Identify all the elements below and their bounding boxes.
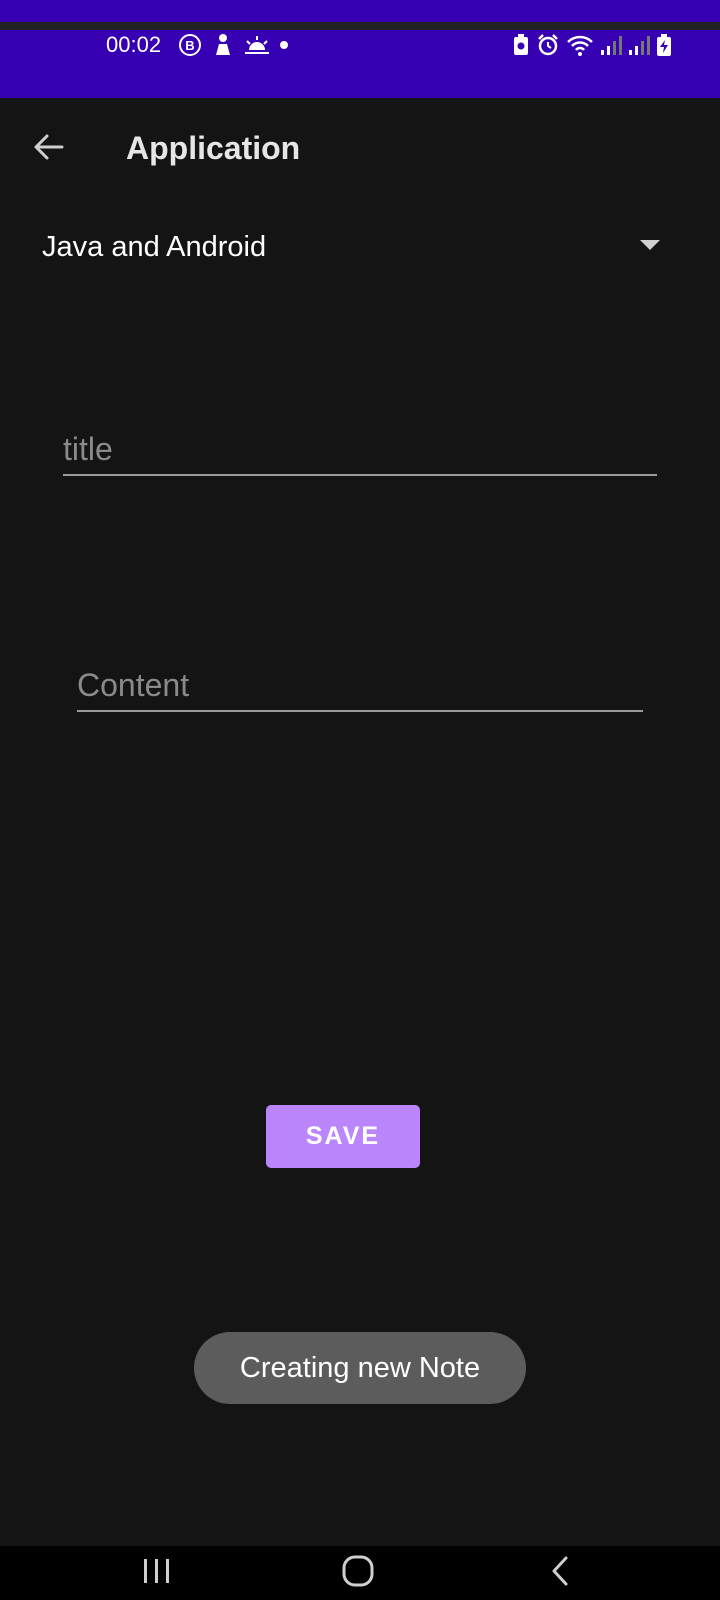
navigation-bar (0, 1546, 720, 1600)
content-input[interactable] (77, 660, 643, 712)
toolbar: Application (0, 98, 720, 200)
status-bar: 00:02 B (0, 0, 720, 98)
recents-button[interactable] (117, 1546, 197, 1600)
battery-saver-icon (512, 33, 530, 57)
dot-icon (280, 41, 288, 49)
status-right-icons (512, 32, 672, 58)
recents-icon (142, 1557, 172, 1590)
toast: Creating new Note (194, 1332, 526, 1404)
dropdown-arrow-icon (640, 240, 660, 250)
back-button[interactable] (22, 122, 76, 176)
person-notification-icon (212, 33, 234, 57)
status-time: 00:02 (106, 32, 162, 57)
svg-text:B: B (185, 38, 194, 53)
home-button[interactable] (318, 1546, 398, 1600)
save-button[interactable]: SAVE (266, 1105, 420, 1168)
arrow-back-icon (32, 130, 66, 169)
category-spinner[interactable]: Java and Android (0, 214, 720, 284)
b-circle-icon: B (178, 33, 202, 57)
battery-charging-icon (656, 33, 672, 57)
status-left-icons: B (178, 32, 288, 58)
page-title: Application (126, 130, 301, 166)
toast-message: Creating new Note (239, 1351, 481, 1384)
signal-1-icon (600, 34, 622, 56)
signal-2-icon (628, 34, 650, 56)
title-input[interactable] (63, 424, 657, 476)
alarm-icon (536, 33, 560, 57)
spinner-selected-value: Java and Android (42, 231, 267, 263)
home-icon (341, 1554, 375, 1593)
status-bar-divider (0, 22, 720, 30)
wifi-icon (566, 33, 594, 57)
nav-back-button[interactable] (520, 1546, 600, 1600)
back-icon (548, 1555, 572, 1592)
app-screen: 00:02 B Application Java and Android tit… (0, 0, 720, 1600)
sunrise-icon (244, 34, 270, 56)
